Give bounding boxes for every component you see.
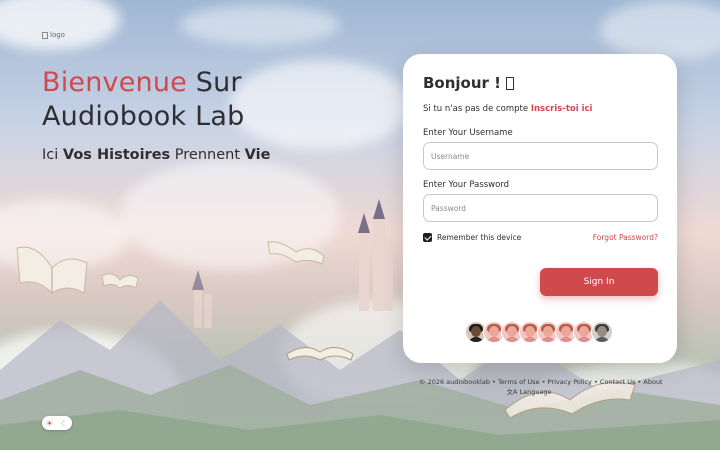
- user-avatars: [465, 321, 613, 343]
- copyright: © 2026 audiobooklab: [419, 378, 490, 386]
- castle-illustration: [355, 199, 395, 315]
- contact-link[interactable]: Contact Us: [600, 378, 636, 386]
- username-input[interactable]: [423, 142, 658, 170]
- tagline-bold: Vie: [244, 147, 271, 163]
- logo[interactable]: logo: [42, 31, 65, 39]
- language-selector[interactable]: 文A Language: [419, 387, 669, 397]
- remember-checkbox[interactable]: [423, 233, 432, 242]
- remember-label: Remember this device: [437, 233, 522, 242]
- password-label: Enter Your Password: [423, 180, 510, 190]
- signup-prompt: Si tu n'as pas de compte Inscris-toi ici: [423, 104, 657, 114]
- theme-toggle[interactable]: ☀ ☾: [42, 416, 72, 430]
- translate-icon: 文A: [506, 388, 518, 396]
- login-options: Remember this device Forgot Password?: [423, 233, 658, 242]
- flying-book-illustration: [16, 246, 88, 294]
- tagline-bold: Vos Histoires: [62, 147, 171, 163]
- username-label: Enter Your Username: [423, 128, 513, 138]
- avatar: [591, 321, 613, 343]
- hero-title: Bienvenue Sur Audiobook Lab: [42, 66, 270, 134]
- language-label: Language: [519, 388, 552, 396]
- logo-alt-text: logo: [50, 31, 65, 39]
- tagline-part: Ici: [42, 147, 63, 163]
- hero-tagline: Ici Vos Histoires Prennent Vie: [42, 147, 270, 163]
- hero-title-line2: Audiobook Lab: [42, 101, 245, 132]
- remember-device[interactable]: Remember this device: [423, 233, 521, 242]
- moon-icon[interactable]: ☾: [61, 419, 68, 428]
- sun-icon[interactable]: ☀: [46, 419, 53, 428]
- forgot-password-link[interactable]: Forgot Password?: [593, 233, 658, 242]
- footer: © 2026 audiobooklab • Terms of Use • Pri…: [419, 377, 669, 397]
- wave-emoji-icon: [506, 76, 515, 90]
- greeting-text: Bonjour !: [423, 74, 502, 92]
- about-link[interactable]: About: [643, 378, 662, 386]
- greeting: Bonjour !: [423, 74, 657, 92]
- signup-text: Si tu n'as pas de compte: [423, 104, 531, 114]
- hero-section: Bienvenue Sur Audiobook Lab Ici Vos Hist…: [42, 66, 270, 163]
- terms-link[interactable]: Terms of Use: [498, 378, 540, 386]
- broken-image-icon: [42, 31, 48, 39]
- tagline-part: Prennent: [170, 147, 245, 163]
- password-input[interactable]: [423, 194, 658, 222]
- privacy-link[interactable]: Privacy Policy: [548, 378, 592, 386]
- sign-in-button[interactable]: Sign In: [540, 268, 658, 296]
- login-card: Bonjour ! Si tu n'as pas de compte Inscr…: [403, 54, 677, 363]
- signup-link[interactable]: Inscris-toi ici: [531, 104, 593, 114]
- hero-title-accent: Bienvenue: [42, 67, 187, 98]
- hero-title-rest: Sur: [186, 67, 242, 98]
